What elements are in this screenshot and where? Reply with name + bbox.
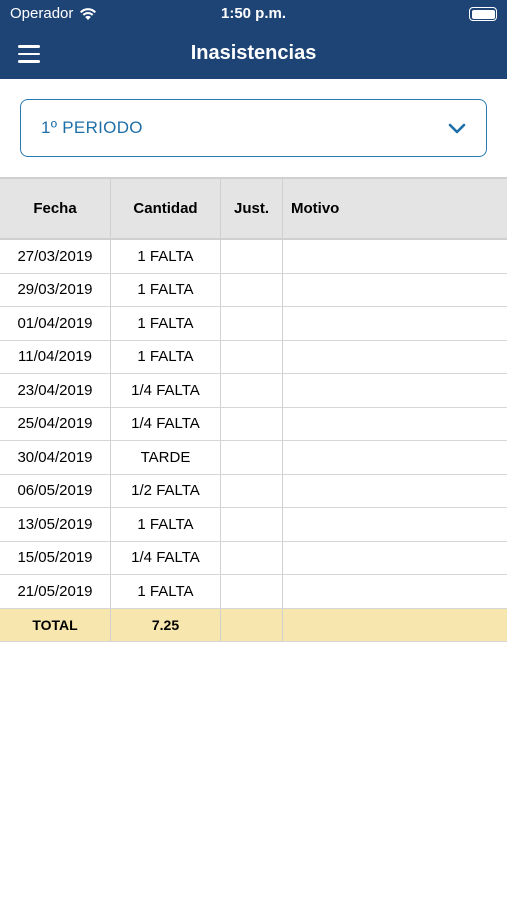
- cell-cantidad: TARDE: [111, 441, 221, 474]
- status-bar: Operador 1:50 p.m.: [0, 0, 507, 30]
- period-dropdown[interactable]: 1º PERIODO: [20, 99, 487, 157]
- table-total-row: TOTAL 7.25: [0, 608, 507, 642]
- cell-cantidad: 1 FALTA: [111, 273, 221, 306]
- cell-cantidad: 1/4 FALTA: [111, 407, 221, 440]
- header-fecha: Fecha: [0, 179, 111, 238]
- total-label: TOTAL: [0, 608, 111, 641]
- cell-just: [221, 474, 283, 507]
- cell-just: [221, 541, 283, 574]
- cell-fecha: 21/05/2019: [0, 575, 111, 608]
- cell-cantidad: 1/4 FALTA: [111, 541, 221, 574]
- cell-fecha: 30/04/2019: [0, 441, 111, 474]
- cell-cantidad: 1 FALTA: [111, 240, 221, 273]
- table-row: 01/04/2019 1 FALTA: [0, 307, 507, 341]
- table-row: 29/03/2019 1 FALTA: [0, 273, 507, 307]
- total-value: 7.25: [111, 608, 221, 641]
- clock: 1:50 p.m.: [220, 5, 287, 22]
- cell-fecha: 11/04/2019: [0, 340, 111, 373]
- header-just: Just.: [221, 179, 283, 238]
- cell-fecha: 27/03/2019: [0, 240, 111, 273]
- page-title: Inasistencias: [190, 42, 317, 64]
- cell-motivo: [283, 240, 507, 273]
- cell-cantidad: 1/2 FALTA: [111, 474, 221, 507]
- header-motivo: Motivo: [291, 200, 340, 217]
- table-row: 11/04/2019 1 FALTA: [0, 340, 507, 374]
- cell-just: [221, 307, 283, 340]
- table-row: 27/03/2019 1 FALTA: [0, 240, 507, 274]
- cell-motivo: [283, 441, 507, 474]
- cell-motivo: [283, 475, 507, 508]
- cell-motivo: [283, 542, 507, 575]
- cell-fecha: 13/05/2019: [0, 508, 111, 541]
- cell-fecha: 29/03/2019: [0, 273, 111, 306]
- table-header-row: Fecha Cantidad Just. Motivo: [0, 179, 507, 240]
- cell-motivo: [283, 408, 507, 441]
- table-row: 30/04/2019 TARDE: [0, 441, 507, 475]
- cell-fecha: 23/04/2019: [0, 374, 111, 407]
- cell-just: [221, 441, 283, 474]
- cell-just: [221, 575, 283, 608]
- cell-motivo: [283, 374, 507, 407]
- cell-motivo: [283, 508, 507, 541]
- cell-motivo: [283, 341, 507, 374]
- cell-just: [221, 407, 283, 440]
- cell-just: [221, 340, 283, 373]
- table-row: 06/05/2019 1/2 FALTA: [0, 474, 507, 508]
- header-cantidad: Cantidad: [111, 179, 221, 238]
- total-just: [221, 608, 283, 641]
- table-row: 15/05/2019 1/4 FALTA: [0, 541, 507, 575]
- total-motivo: [283, 609, 507, 642]
- cell-motivo: [283, 575, 507, 608]
- cell-motivo: [283, 307, 507, 340]
- cell-cantidad: 1 FALTA: [111, 575, 221, 608]
- cell-just: [221, 240, 283, 273]
- battery-icon: [469, 7, 497, 21]
- cell-fecha: 06/05/2019: [0, 474, 111, 507]
- table-row: 21/05/2019 1 FALTA: [0, 575, 507, 609]
- cell-fecha: 01/04/2019: [0, 307, 111, 340]
- period-selected-value: 1º PERIODO: [41, 118, 143, 137]
- cell-cantidad: 1/4 FALTA: [111, 374, 221, 407]
- table-row: 13/05/2019 1 FALTA: [0, 508, 507, 542]
- cell-just: [221, 273, 283, 306]
- chevron-down-icon: [448, 123, 466, 134]
- cell-just: [221, 508, 283, 541]
- cell-cantidad: 1 FALTA: [111, 508, 221, 541]
- cell-fecha: 15/05/2019: [0, 541, 111, 574]
- cell-fecha: 25/04/2019: [0, 407, 111, 440]
- cell-cantidad: 1 FALTA: [111, 307, 221, 340]
- cell-just: [221, 374, 283, 407]
- table-row: 23/04/2019 1/4 FALTA: [0, 374, 507, 408]
- cell-motivo: [283, 274, 507, 307]
- cell-cantidad: 1 FALTA: [111, 340, 221, 373]
- nav-bar: Inasistencias: [0, 30, 507, 79]
- absences-table: Fecha Cantidad Just. Motivo 27/03/2019 1…: [0, 177, 507, 642]
- table-row: 25/04/2019 1/4 FALTA: [0, 407, 507, 441]
